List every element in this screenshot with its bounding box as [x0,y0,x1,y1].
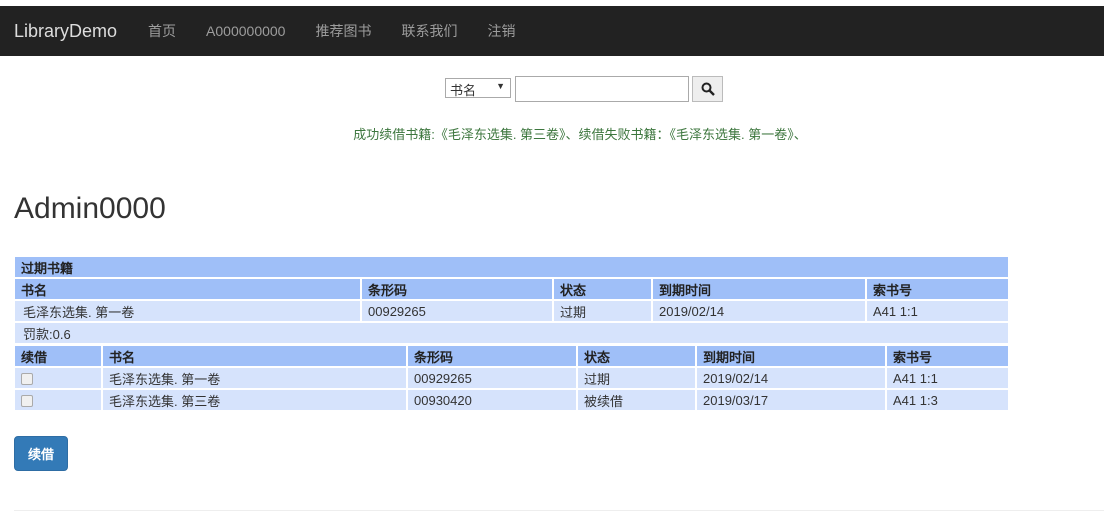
nav-recommend[interactable]: 推荐图书 [300,21,386,41]
page-title: Admin0000 [14,192,166,225]
status-message: 成功续借书籍:《毛泽东选集. 第三卷》、续借失败书籍：《毛泽东选集. 第一卷》、 [353,127,807,142]
col-header: 书名 [15,279,360,299]
col-header: 到期时间 [697,346,885,366]
table-row: 毛泽东选集. 第一卷 00929265 过期 2019/02/14 A41 1:… [15,368,1008,388]
col-header: 条形码 [408,346,576,366]
cell: A41 1:3 [887,390,1008,410]
col-header: 续借 [15,346,101,366]
nav-logout[interactable]: 注销 [472,21,530,41]
cell: 00929265 [362,301,552,321]
search-icon [701,82,715,96]
cell: A41 1:1 [887,368,1008,388]
search-form: 书名 ▼ [445,76,723,102]
cell: 00929265 [408,368,576,388]
col-header: 状态 [554,279,651,299]
cell: 00930420 [408,390,576,410]
renew-checkbox-cell [15,368,101,388]
cell: 毛泽东选集. 第一卷 [103,368,406,388]
col-header: 条形码 [362,279,552,299]
col-header: 索书号 [867,279,1008,299]
search-type-select[interactable]: 书名 ▼ [445,78,511,98]
cell: A41 1:1 [867,301,1008,321]
nav-contact[interactable]: 联系我们 [386,21,472,41]
col-header: 索书号 [887,346,1008,366]
table-caption: 过期书籍 [15,257,1008,277]
overdue-table: 过期书籍 书名 条形码 状态 到期时间 索书号 毛泽东选集. 第一卷 00929… [13,255,1010,345]
divider [14,510,1104,511]
select-value: 书名 [450,83,477,98]
nav-account[interactable]: A000000000 [191,23,300,39]
col-header: 状态 [578,346,695,366]
fine-amount: 罚款:0.6 [15,323,1008,343]
nav-home[interactable]: 首页 [133,21,191,41]
col-header: 书名 [103,346,406,366]
col-header: 到期时间 [653,279,865,299]
cell: 过期 [578,368,695,388]
cell: 2019/03/17 [697,390,885,410]
cell: 2019/02/14 [653,301,865,321]
renew-checkbox[interactable] [21,395,33,408]
cell: 2019/02/14 [697,368,885,388]
cell: 毛泽东选集. 第一卷 [15,301,360,321]
renew-checkbox[interactable] [21,373,33,386]
search-input[interactable] [515,76,689,102]
cell: 被续借 [578,390,695,410]
renew-checkbox-cell [15,390,101,410]
cell: 过期 [554,301,651,321]
renew-table: 续借 书名 条形码 状态 到期时间 索书号 毛泽东选集. 第一卷 0092926… [13,344,1010,412]
search-button[interactable] [692,76,723,102]
navbar: LibraryDemo 首页 A000000000 推荐图书 联系我们 注销 [0,6,1104,56]
table-row: 毛泽东选集. 第三卷 00930420 被续借 2019/03/17 A41 1… [15,390,1008,410]
chevron-down-icon: ▼ [496,81,505,91]
renew-button[interactable]: 续借 [14,436,68,471]
table-row: 毛泽东选集. 第一卷 00929265 过期 2019/02/14 A41 1:… [15,301,1008,321]
brand-link[interactable]: LibraryDemo [14,21,117,42]
cell: 毛泽东选集. 第三卷 [103,390,406,410]
